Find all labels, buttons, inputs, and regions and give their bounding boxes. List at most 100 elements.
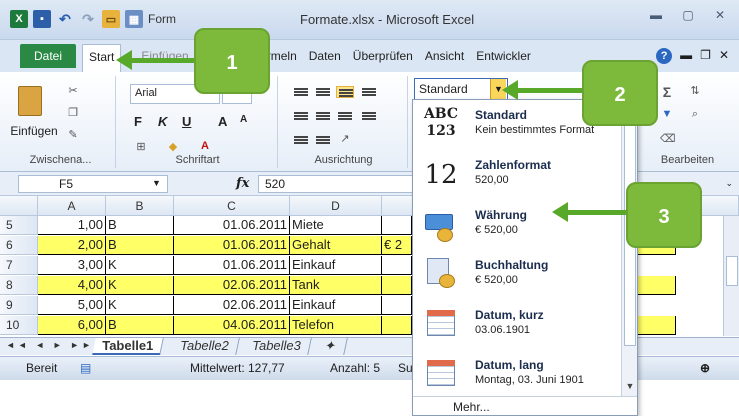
align-left-icon[interactable]: [292, 110, 310, 122]
find-select-icon[interactable]: ⌕: [688, 108, 702, 122]
row-header[interactable]: 9: [0, 296, 38, 315]
cell-c-6[interactable]: 01.06.2011: [174, 236, 290, 255]
sort-filter-icon[interactable]: ⇅: [688, 84, 702, 98]
format-option-date-short[interactable]: Datum, kurz 03.06.1901: [413, 304, 623, 354]
insert-sheet-icon[interactable]: ✦: [314, 338, 348, 355]
font-color-icon[interactable]: A: [198, 140, 212, 154]
name-box-dropdown-icon[interactable]: ▼: [152, 178, 161, 188]
zoom-in-icon[interactable]: ⊕: [700, 361, 710, 375]
tab-daten[interactable]: Daten: [303, 45, 347, 67]
sheet-nav-arrows[interactable]: ◄◄ ◄ ► ►►: [6, 340, 94, 350]
help-icon[interactable]: ?: [656, 48, 673, 64]
bold-button[interactable]: F: [134, 114, 142, 129]
row-header[interactable]: 6: [0, 236, 38, 255]
cell-b-7[interactable]: K: [106, 256, 174, 275]
row-header[interactable]: 5: [0, 216, 38, 235]
dropdown-scroll-down-icon[interactable]: ▼: [622, 378, 638, 394]
italic-button[interactable]: K: [158, 114, 167, 129]
more-formats-link[interactable]: Mehr...: [453, 400, 490, 414]
save-icon[interactable]: ▪: [33, 10, 51, 28]
column-header-d[interactable]: D: [290, 196, 382, 216]
cell-d-9[interactable]: Einkauf: [290, 296, 382, 315]
decrease-indent-icon[interactable]: [292, 134, 310, 146]
align-center-icon[interactable]: [314, 110, 332, 122]
select-all-corner[interactable]: [0, 196, 38, 216]
redo-icon[interactable]: ↷: [79, 10, 97, 28]
tab-insert[interactable]: Einfügen: [135, 45, 194, 67]
align-middle-icon[interactable]: [314, 86, 332, 98]
align-top-icon[interactable]: [292, 86, 310, 98]
tab-ansicht[interactable]: Ansicht: [419, 45, 470, 67]
formula-expand-icon[interactable]: ⌄: [725, 178, 733, 189]
cell-a-9[interactable]: 5,00: [38, 296, 106, 315]
tab-entwickler[interactable]: Entwickler: [470, 45, 537, 67]
underline-button[interactable]: U: [182, 114, 191, 129]
column-header-a[interactable]: A: [38, 196, 106, 216]
cell-d-7[interactable]: Einkauf: [290, 256, 382, 275]
cell-a-10[interactable]: 6,00: [38, 316, 106, 335]
dropdown-scrollbar[interactable]: ▼: [621, 100, 637, 396]
vertical-scrollbar[interactable]: [723, 216, 739, 336]
align-bottom-icon[interactable]: [336, 86, 354, 98]
cell-c-9[interactable]: 02.06.2011: [174, 296, 290, 315]
tab-file[interactable]: Datei: [20, 44, 77, 68]
cell-a-6[interactable]: 2,00: [38, 236, 106, 255]
cell-b-9[interactable]: K: [106, 296, 174, 315]
sheet-tab-tabelle2[interactable]: Tabelle2: [170, 338, 240, 355]
picture-icon[interactable]: ▦: [125, 10, 143, 28]
row-header[interactable]: 7: [0, 256, 38, 275]
autosum-icon[interactable]: Σ: [660, 84, 674, 100]
name-box[interactable]: F5: [18, 175, 168, 193]
maximize-icon[interactable]: ▢: [679, 8, 697, 22]
cell-e-10[interactable]: [382, 316, 412, 335]
cell-a-8[interactable]: 4,00: [38, 276, 106, 295]
orientation-icon[interactable]: ↗: [338, 132, 352, 146]
copy-icon[interactable]: ❐: [66, 106, 80, 120]
formula-input[interactable]: 520: [258, 175, 418, 193]
scrollbar-thumb[interactable]: [726, 256, 738, 286]
cell-highlight-band[interactable]: [638, 276, 676, 295]
paste-icon[interactable]: [18, 86, 42, 116]
cell-c-5[interactable]: 01.06.2011: [174, 216, 290, 235]
close-icon[interactable]: ✕: [711, 8, 729, 22]
cell-e-5[interactable]: [382, 216, 412, 235]
tab-ueberpruefen[interactable]: Überprüfen: [347, 45, 419, 67]
fill-icon[interactable]: ▼: [660, 108, 674, 122]
cell-b-10[interactable]: B: [106, 316, 174, 335]
align-right-icon[interactable]: [336, 110, 354, 122]
ribbon-close-icon[interactable]: ✕: [719, 48, 729, 64]
format-option-accounting[interactable]: Buchhaltung € 520,00: [413, 254, 623, 304]
ribbon-restore-icon[interactable]: ❐: [700, 48, 711, 64]
cell-c-7[interactable]: 01.06.2011: [174, 256, 290, 275]
increase-indent-icon[interactable]: [314, 134, 332, 146]
row-header[interactable]: 10: [0, 316, 38, 335]
cell-e-7[interactable]: [382, 256, 412, 275]
row-header[interactable]: 8: [0, 276, 38, 295]
cell-a-7[interactable]: 3,00: [38, 256, 106, 275]
cell-d-10[interactable]: Telefon: [290, 316, 382, 335]
cell-e-9[interactable]: [382, 296, 412, 315]
sheet-tab-tabelle3[interactable]: Tabelle3: [242, 338, 312, 355]
cell-e-8[interactable]: [382, 276, 412, 295]
cell-b-5[interactable]: B: [106, 216, 174, 235]
column-header-c[interactable]: C: [174, 196, 290, 216]
cell-b-8[interactable]: K: [106, 276, 174, 295]
excel-logo-icon[interactable]: X: [10, 10, 28, 28]
paste-button-label[interactable]: Einfügen: [6, 124, 62, 138]
cell-c-10[interactable]: 04.06.2011: [174, 316, 290, 335]
cell-a-5[interactable]: 1,00: [38, 216, 106, 235]
cell-b-6[interactable]: B: [106, 236, 174, 255]
cell-d-6[interactable]: Gehalt: [290, 236, 382, 255]
undo-icon[interactable]: ↶: [56, 10, 74, 28]
sheet-tab-tabelle1[interactable]: Tabelle1: [92, 338, 164, 355]
ribbon-minimize-icon[interactable]: ▬: [680, 48, 692, 64]
insert-function-icon[interactable]: fx: [236, 176, 249, 191]
format-painter-icon[interactable]: ✎: [66, 128, 80, 142]
borders-icon[interactable]: ⊞: [134, 140, 148, 154]
merge-center-icon[interactable]: [360, 110, 378, 122]
cell-c-8[interactable]: 02.06.2011: [174, 276, 290, 295]
wrap-text-icon[interactable]: [360, 86, 378, 98]
cell-highlight-band[interactable]: [638, 316, 676, 335]
clear-icon[interactable]: ⌫: [660, 132, 676, 146]
fill-color-icon[interactable]: ◆: [166, 140, 180, 154]
